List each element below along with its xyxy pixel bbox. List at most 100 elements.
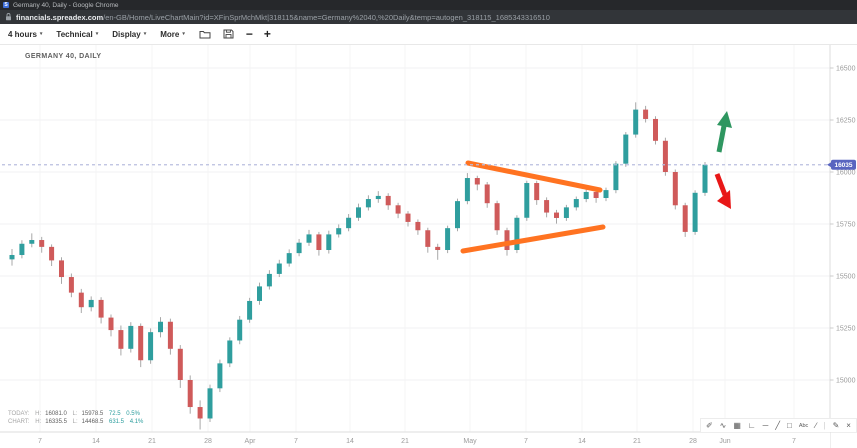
candlestick [415,222,420,230]
candlestick [693,193,698,232]
candlestick [316,234,321,250]
candlestick [109,318,114,330]
chart-instrument-title: GERMANY 40, DAILY [25,53,101,60]
candlestick [673,172,678,205]
freehand-icon[interactable]: ∿ [720,420,727,432]
time-axis-panel [0,433,830,448]
y-axis-label: 15000 [836,378,856,385]
candlestick [346,218,351,228]
candlestick [643,110,648,119]
x-axis-label: May [463,438,477,445]
candlestick-chart[interactable]: 1650016250160001575015500152501500071421… [0,45,857,448]
close-icon[interactable]: × [846,420,851,432]
price-axis-panel [830,45,857,448]
url-bar[interactable]: financials.spreadex.com/en-GB/Home/LiveC… [0,10,857,24]
grid-icon[interactable]: ▦ [733,420,741,432]
pencil-icon[interactable]: ✎ [833,420,840,432]
x-axis-label: Jun [719,438,730,445]
candlestick [277,264,282,274]
hline-icon[interactable]: ─ [763,420,769,432]
candlestick [613,164,618,190]
candlestick [604,190,609,198]
rectangle-icon[interactable]: □ [787,420,792,432]
current-price-badge-text: 16035 [834,162,852,169]
chart-stats-row: CHART: H:16335.5 L:14468.5 631.5 4.1% [8,418,147,426]
diagonal-icon[interactable]: ∕ [815,420,816,432]
candlestick [307,234,312,242]
candlestick [267,274,272,286]
cursor-icon[interactable]: ✐ [706,420,713,432]
candlestick [366,199,371,207]
candlestick [69,277,74,293]
candlestick [287,253,292,263]
candlestick [356,207,361,217]
text-icon[interactable]: Abc [799,420,808,432]
candlestick [138,326,143,360]
candlestick [435,247,440,250]
candlestick [237,320,242,341]
chart-change-pct: 4.1% [130,419,144,425]
candlestick [118,330,123,349]
chevron-down-icon: ▾ [182,31,185,37]
x-axis-label: 28 [689,438,697,445]
candlestick [505,230,510,250]
candlestick [396,205,401,213]
candlestick [198,407,203,418]
candlestick [208,388,213,418]
candlestick [217,363,222,388]
x-axis-label: 21 [401,438,409,445]
y-axis-label: 16000 [836,170,856,177]
candlestick [386,196,391,205]
up-arrow-annotation [719,126,724,152]
zoom-in-button[interactable]: + [264,29,271,39]
candlestick [485,184,490,203]
candlestick [49,247,54,261]
x-axis-label: 7 [38,438,42,445]
window-titlebar: S Germany 40, Daily - Google Chrome [0,0,857,10]
timeframe-menu[interactable]: 4 hours▾ [8,30,42,39]
chevron-down-icon: ▾ [96,31,99,37]
save-icon[interactable] [223,29,234,39]
low-label: L: [73,411,78,417]
technical-menu[interactable]: Technical ▾ [56,30,98,39]
candlestick [59,260,64,277]
axes-icon[interactable]: ∟ [748,420,756,432]
candlestick [653,119,658,141]
y-axis-label: 16500 [836,66,856,73]
candlestick [168,322,173,349]
separator: | [824,420,826,432]
site-favicon: S [3,2,9,8]
technical-menu-label: Technical [56,30,92,39]
candlestick [376,196,381,199]
chevron-down-icon: ▾ [144,31,147,37]
chart-label: CHART: [8,419,30,425]
candlestick [455,201,460,228]
trendline-icon[interactable]: ╱ [775,420,780,432]
candlestick [297,243,302,253]
y-axis-label: 15750 [836,222,856,229]
today-stats-row: TODAY: H:16081.0 L:15978.5 72.5 0.5% [8,410,147,418]
x-axis-label: 21 [148,438,156,445]
low-label: L: [73,419,78,425]
x-axis-label: 7 [294,438,298,445]
open-folder-icon[interactable] [199,29,211,39]
candlestick [683,205,688,232]
display-menu[interactable]: Display▾ [112,30,146,39]
chart-high-value: 16335.5 [45,419,67,425]
candlestick [19,244,24,255]
zoom-out-button[interactable]: − [246,29,253,39]
candlestick [445,228,450,250]
candlestick [247,301,252,320]
chevron-down-icon: ▾ [40,31,43,37]
candlestick [495,203,500,230]
candlestick [158,322,163,332]
today-change-value: 72.5 [109,411,121,417]
candlestick [564,207,569,218]
high-label: H: [35,419,41,425]
more-menu[interactable]: More▾ [160,30,185,39]
today-low-value: 15978.5 [82,411,104,417]
candlestick [475,178,480,184]
today-high-value: 16081.0 [45,411,67,417]
candlestick [534,183,539,200]
candlestick [544,200,549,212]
